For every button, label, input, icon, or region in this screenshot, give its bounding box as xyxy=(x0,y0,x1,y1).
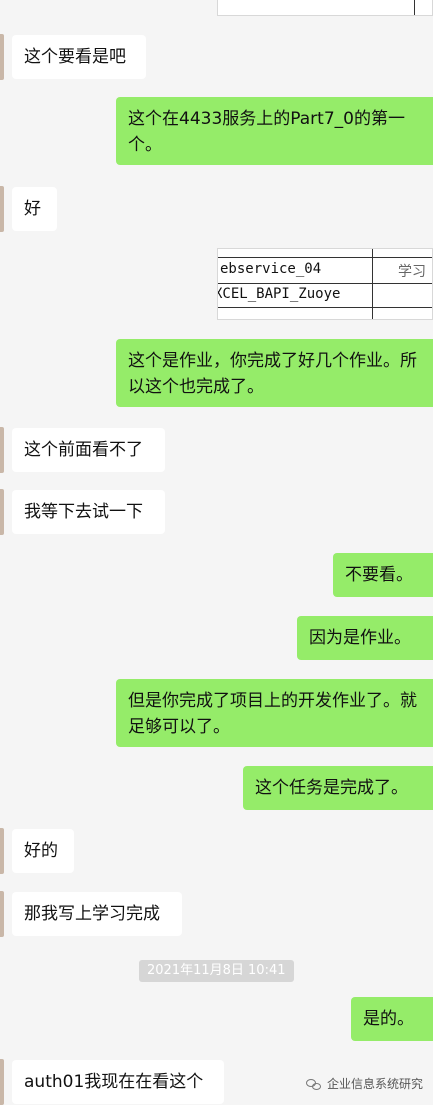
outgoing-message[interactable]: 因为是作业。 xyxy=(297,616,433,660)
avatar[interactable] xyxy=(0,427,4,473)
shared-image[interactable]: ebservice_04 学习 XCEL_BAPI_Zuoye xyxy=(217,248,433,320)
watermark-text: 企业信息系统研究 xyxy=(326,1077,423,1091)
incoming-message[interactable]: 这个要看是吧 xyxy=(12,35,146,79)
chat-history[interactable]: 这个要看是吧 这个在4433服务上的Part7_0的第一个。 好 ebservi… xyxy=(0,0,433,1105)
incoming-message[interactable]: 好的 xyxy=(12,829,74,873)
incoming-message[interactable]: 好 xyxy=(12,187,57,231)
watermark: 企业信息系统研究 xyxy=(305,1075,423,1092)
avatar[interactable] xyxy=(0,828,4,874)
table-line xyxy=(218,257,432,258)
shared-image-top[interactable] xyxy=(217,0,433,16)
avatar[interactable] xyxy=(0,186,4,232)
outgoing-message[interactable]: 这个是作业，你完成了好几个作业。所以这个也完成了。 xyxy=(116,339,433,407)
outgoing-message[interactable]: 是的。 xyxy=(351,997,433,1041)
incoming-message[interactable]: 那我写上学习完成 xyxy=(12,892,182,936)
incoming-message[interactable]: 这个前面看不了 xyxy=(12,428,165,472)
table-cell: 学习 xyxy=(398,264,426,280)
timestamp: 2021年11月8日 10:41 xyxy=(139,960,294,982)
incoming-message[interactable]: auth01我现在在看这个 xyxy=(12,1060,224,1104)
outgoing-message[interactable]: 这个在4433服务上的Part7_0的第一个。 xyxy=(116,97,433,165)
outgoing-message[interactable]: 但是你完成了项目上的开发作业了。就足够可以了。 xyxy=(116,679,433,747)
table-cell: XCEL_BAPI_Zuoye xyxy=(217,286,341,302)
avatar[interactable] xyxy=(0,891,4,937)
table-line xyxy=(218,307,432,308)
incoming-message[interactable]: 我等下去试一下 xyxy=(12,490,165,534)
outgoing-message[interactable]: 不要看。 xyxy=(333,553,433,597)
table-line xyxy=(218,283,432,284)
table-line xyxy=(372,249,373,319)
outgoing-message[interactable]: 这个任务是完成了。 xyxy=(243,766,433,810)
table-line xyxy=(414,0,415,15)
avatar[interactable] xyxy=(0,1059,4,1105)
avatar[interactable] xyxy=(0,34,4,80)
avatar[interactable] xyxy=(0,489,4,535)
wechat-icon xyxy=(305,1078,322,1090)
table-cell: ebservice_04 xyxy=(220,261,322,277)
